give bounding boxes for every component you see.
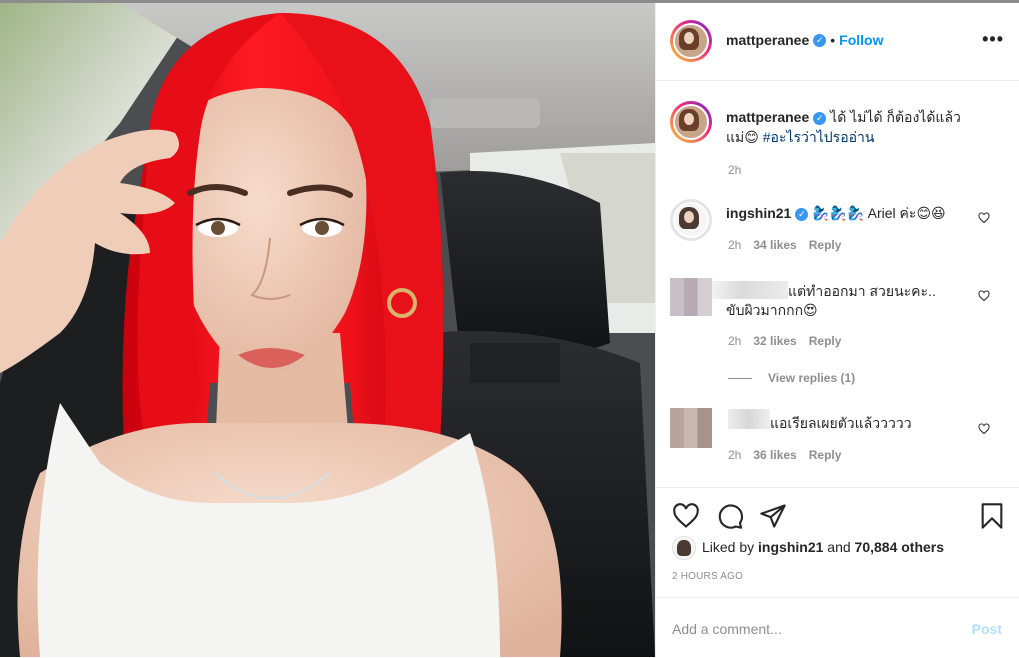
username-blurred [728, 409, 770, 429]
verified-icon: ✓ [795, 207, 809, 221]
post-panel: mattperanee ✓ • Follow ••• mattperanee ✓ ได้… [655, 3, 1019, 657]
comment-meta: 2h 36 likes Reply [728, 448, 853, 462]
add-comment-bar: Add a comment... Post [656, 597, 1019, 658]
comment-body-line2: ขับผิวมากกก😍 [726, 302, 818, 318]
follow-button[interactable]: Follow [839, 32, 883, 48]
comment-input[interactable]: Add a comment... [672, 621, 782, 637]
comment-like-icon[interactable] [978, 423, 990, 435]
post-timestamp[interactable]: 2 HOURS AGO [672, 571, 743, 582]
comment-like-icon[interactable] [978, 212, 990, 224]
comment-avatar[interactable] [670, 199, 712, 241]
comment-text: แต่ทำออกมา สวยนะคะ.. [788, 281, 988, 301]
likes-summary: Liked by ingshin21 and 70,884 others [702, 539, 944, 555]
view-replies-label: View replies (1) [768, 371, 856, 385]
caption-avatar[interactable] [670, 101, 712, 143]
view-replies-button[interactable]: View replies (1) [728, 371, 855, 385]
verified-icon: ✓ [813, 111, 827, 125]
caption-line2: แม่😊 [726, 129, 763, 145]
comment-time[interactable]: 2h [728, 238, 741, 252]
comment-avatar-blurred[interactable] [670, 408, 712, 448]
heart-icon[interactable] [672, 502, 700, 530]
comment-avatar-blurred[interactable] [670, 278, 712, 316]
replies-line [728, 378, 752, 380]
bookmark-icon[interactable] [978, 502, 1006, 530]
post-button[interactable]: Post [972, 621, 1002, 637]
verified-icon: ✓ [813, 34, 827, 48]
caption-hashtag[interactable]: #อะไรว่าไปรออ่าน [763, 129, 875, 145]
post-header: mattperanee ✓ • Follow ••• [656, 3, 1019, 81]
likes-and: and [823, 539, 855, 555]
caption-text: mattperanee ✓ ได้ ไม่ได้ ก็ต้องได้แล้ว แม… [726, 107, 996, 147]
comment-time[interactable]: 2h [728, 448, 741, 462]
share-icon[interactable] [759, 502, 787, 530]
comment-meta: 2h 34 likes Reply [728, 238, 853, 252]
reply-button[interactable]: Reply [809, 334, 842, 348]
liker-username[interactable]: ingshin21 [758, 539, 823, 555]
comment-like-icon[interactable] [978, 290, 990, 302]
comment-username[interactable]: ingshin21 [726, 205, 791, 221]
header-user-line: mattperanee ✓ • Follow [726, 32, 884, 50]
comment-text: ingshin21 ✓ 🧞‍♀️🧞‍♀️🧞‍♀️ Ariel ค่ะ😊😆 [726, 203, 976, 223]
comment-meta: 2h 32 likes Reply [728, 334, 853, 348]
comment-body-line1: แต่ทำออกมา สวยนะคะ.. [788, 283, 936, 299]
comment-likes[interactable]: 32 likes [753, 334, 796, 348]
comment-likes[interactable]: 34 likes [753, 238, 796, 252]
comment-likes[interactable]: 36 likes [753, 448, 796, 462]
selfie-image [0, 3, 655, 657]
likes-prefix: Liked by [702, 539, 759, 555]
caption-time[interactable]: 2h [728, 163, 741, 177]
likes-others[interactable]: 70,884 others [855, 539, 945, 555]
post-photo[interactable] [0, 3, 655, 657]
caption-line1: ได้ ไม่ได้ ก็ต้องได้แล้ว [830, 109, 961, 125]
username-blurred [712, 281, 788, 299]
comment-body: 🧞‍♀️🧞‍♀️🧞‍♀️ Ariel ค่ะ😊😆 [812, 205, 946, 221]
more-icon[interactable]: ••• [982, 29, 1004, 50]
comment-body: แอเรียลเผยตัวแล้ววววว [770, 415, 912, 431]
author-avatar[interactable] [670, 20, 712, 62]
separator-dot: • [830, 32, 836, 48]
author-username[interactable]: mattperanee [726, 32, 809, 48]
comment-time[interactable]: 2h [728, 334, 741, 348]
reply-button[interactable]: Reply [809, 448, 842, 462]
reply-button[interactable]: Reply [809, 238, 842, 252]
comment-text: แอเรียลเผยตัวแล้ววววว [770, 413, 990, 433]
caption-meta: 2h [728, 163, 753, 177]
comment-text-cont: ขับผิวมากกก😍 [726, 300, 976, 320]
caption-username[interactable]: mattperanee [726, 109, 809, 125]
comment-icon[interactable] [716, 502, 744, 530]
liker-avatar[interactable] [672, 536, 696, 560]
